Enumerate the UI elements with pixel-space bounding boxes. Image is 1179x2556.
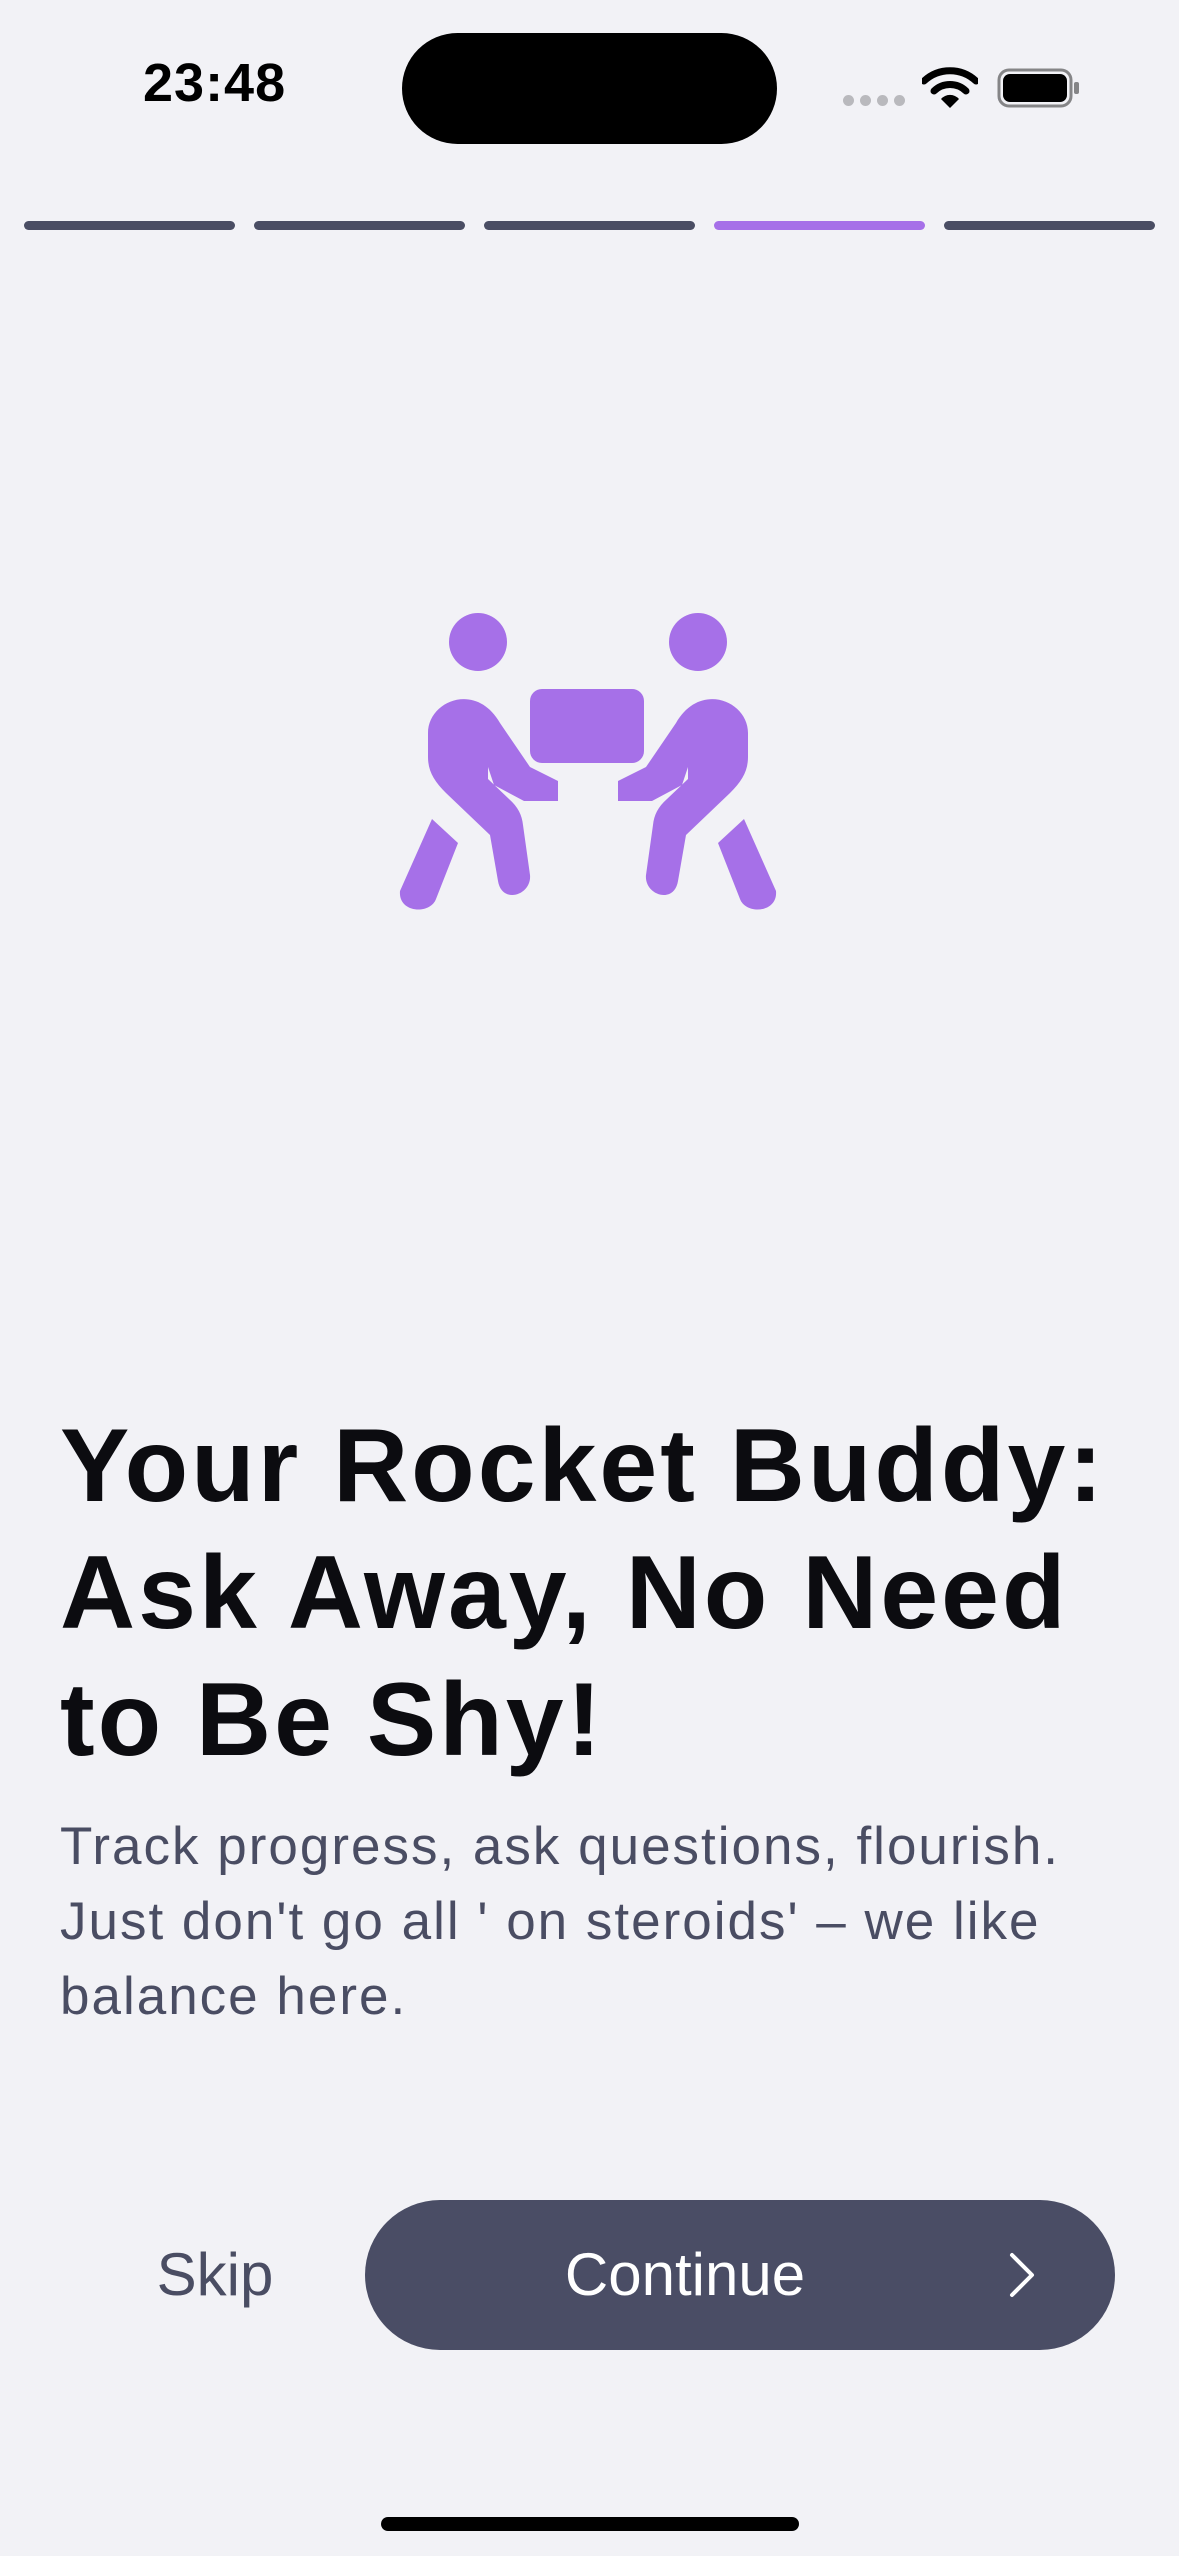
status-time: 23:48 <box>143 53 287 113</box>
continue-button[interactable]: Continue <box>365 2200 1115 2350</box>
skip-button[interactable]: Skip <box>110 2200 320 2350</box>
home-indicator <box>381 2517 799 2531</box>
progress-segment-1 <box>24 221 235 230</box>
wifi-icon <box>922 67 978 108</box>
progress-segment-2 <box>254 221 465 230</box>
progress-segment-3 <box>484 221 695 230</box>
dynamic-island <box>402 33 777 144</box>
progress-segment-4-current <box>714 221 925 230</box>
onboarding-progress <box>24 221 1155 230</box>
onboarding-title: Your Rocket Buddy: Ask Away, No Need to … <box>60 1408 1106 1778</box>
cellular-signal-icon <box>843 95 905 107</box>
continue-button-label: Continue <box>564 2241 806 2308</box>
battery-icon <box>997 68 1079 108</box>
onboarding-subtitle: Track progress, ask questions, flourish.… <box>60 1817 1061 2026</box>
people-carrying-box-icon <box>399 613 777 910</box>
chevron-right-icon <box>1010 2253 1034 2297</box>
status-bar: 23:48 <box>0 0 1179 180</box>
progress-segment-5 <box>944 221 1155 230</box>
